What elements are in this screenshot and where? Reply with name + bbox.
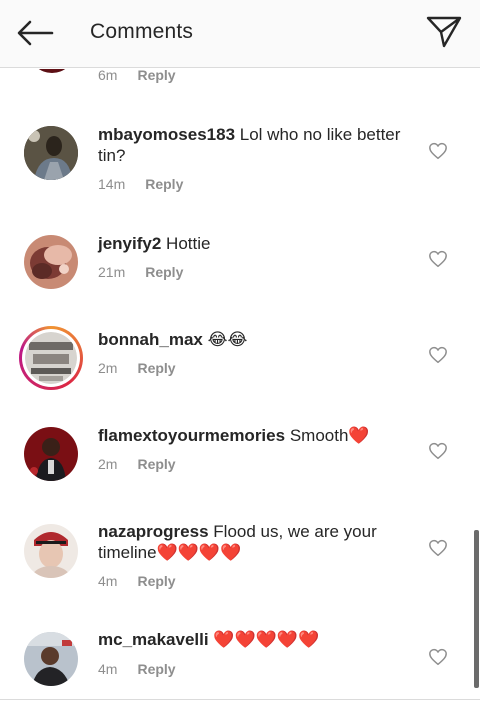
comment-text: mbayomoses183 Lol who no like better tin… xyxy=(98,124,408,166)
heart-outline-icon[interactable] xyxy=(428,142,448,160)
page-title: Comments xyxy=(90,20,194,43)
comment-meta: 6m Reply xyxy=(98,69,176,83)
reply-button[interactable]: Reply xyxy=(137,69,175,83)
comment-time: 14m xyxy=(98,176,126,192)
comment-text: mc_makavelli ❤️❤️❤️❤️❤️ xyxy=(98,629,408,650)
comment-username[interactable]: flamextoyourmemories xyxy=(98,426,285,445)
comment-meta: 14m Reply xyxy=(98,176,183,192)
send-icon xyxy=(426,16,462,48)
comment-meta: 2m Reply xyxy=(98,360,176,376)
top-bar: Comments xyxy=(0,0,480,68)
comment-body: Hottie xyxy=(166,234,211,253)
avatar-with-story-ring[interactable] xyxy=(19,326,83,390)
avatar[interactable] xyxy=(24,524,78,578)
heart-outline-icon[interactable] xyxy=(428,250,448,268)
heart-outline-icon[interactable] xyxy=(428,442,448,460)
avatar[interactable] xyxy=(24,126,78,180)
comment-text: flamextoyourmemories Smooth❤️ xyxy=(98,425,408,446)
comment-username[interactable]: nazaprogress xyxy=(98,522,209,541)
comment-meta: 2m Reply xyxy=(98,456,176,472)
comment-time: 2m xyxy=(98,360,118,376)
comment-username[interactable]: mbayomoses183 xyxy=(98,125,235,144)
heart-outline-icon[interactable] xyxy=(428,539,448,557)
comment-username[interactable]: jenyify2 xyxy=(98,234,161,253)
comment-text: bonnah_max 😂😂 xyxy=(98,329,408,351)
reply-button[interactable]: Reply xyxy=(145,264,183,280)
divider xyxy=(0,699,480,700)
comment-time: 4m xyxy=(98,661,118,677)
comment-meta: 4m Reply xyxy=(98,661,176,677)
back-button[interactable] xyxy=(14,16,56,50)
comment-body: ❤️❤️❤️❤️❤️ xyxy=(213,630,320,649)
avatar[interactable] xyxy=(24,235,78,289)
comment-time: 2m xyxy=(98,456,118,472)
heart-outline-icon[interactable] xyxy=(428,346,448,364)
comment-text: nazaprogress Flood us, we are your timel… xyxy=(98,521,408,563)
comment-meta: 4m Reply xyxy=(98,573,176,589)
heart-outline-icon[interactable] xyxy=(428,648,448,666)
comment-text: jenyify2 Hottie xyxy=(98,233,408,254)
avatar[interactable] xyxy=(24,427,78,481)
comment-time: 4m xyxy=(98,573,118,589)
reply-button[interactable]: Reply xyxy=(145,176,183,192)
back-arrow-icon xyxy=(17,20,54,46)
avatar[interactable] xyxy=(30,69,74,73)
share-button[interactable] xyxy=(424,12,464,52)
reply-button[interactable]: Reply xyxy=(137,661,175,677)
comment-meta: 21m Reply xyxy=(98,264,183,280)
comment-time: 21m xyxy=(98,264,126,280)
comment-username[interactable]: mc_makavelli xyxy=(98,630,209,649)
comment-body: 😂😂 xyxy=(207,330,248,350)
reply-button[interactable]: Reply xyxy=(137,456,175,472)
reply-button[interactable]: Reply xyxy=(137,573,175,589)
comment-body: Smooth❤️ xyxy=(289,426,370,445)
scrollbar[interactable] xyxy=(474,530,479,688)
comment-username[interactable]: bonnah_max xyxy=(98,330,203,349)
reply-button[interactable]: Reply xyxy=(137,360,175,376)
comment-time: 6m xyxy=(98,69,118,83)
avatar[interactable] xyxy=(24,632,78,686)
comment-list[interactable]: 6m Reply mbayomoses183 Lol who no like be… xyxy=(0,69,480,703)
